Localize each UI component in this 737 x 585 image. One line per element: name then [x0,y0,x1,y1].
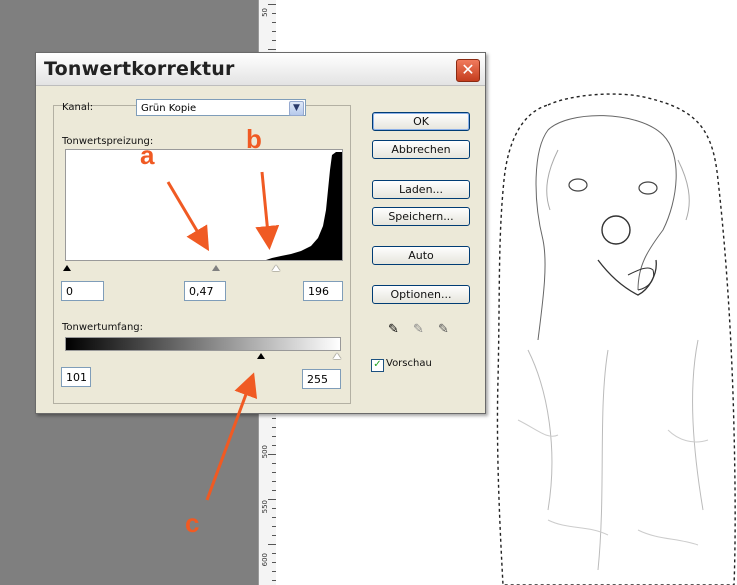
channel-label: Kanal: [62,102,94,113]
ok-button[interactable]: OK [372,112,470,131]
close-icon: ✕ [461,60,475,79]
cancel-button[interactable]: Abbrechen [372,140,470,159]
input-black-field[interactable]: 0 [61,281,104,301]
options-button[interactable]: Optionen... [372,285,470,304]
dropdown-arrow-icon[interactable]: ▼ [289,101,304,116]
ruler-label: 500 [261,445,269,459]
ruler-label: 600 [261,553,269,567]
dialog-title: Tonwertkorrektur [44,58,235,80]
white-eyedropper-icon[interactable]: ✎ [438,322,449,337]
auto-button[interactable]: Auto [372,246,470,265]
annotation-label-a: a [140,140,155,170]
channel-value: Grün Kopie [141,103,197,114]
input-black-slider[interactable] [63,265,71,271]
output-black-slider[interactable] [257,353,265,359]
input-white-field[interactable]: 196 [303,281,343,301]
ruler-label: 50 [261,8,269,17]
ruler-label: 550 [261,500,269,514]
load-button[interactable]: Laden... [372,180,470,199]
dog-sketch-image [496,93,736,585]
annotation-label-b: b [246,124,262,154]
black-eyedropper-icon[interactable]: ✎ [388,322,399,337]
output-white-field[interactable]: 255 [302,369,341,389]
dialog-titlebar[interactable]: Tonwertkorrektur ✕ [36,53,485,86]
output-levels-label: Tonwertumfang: [62,322,144,333]
levels-dialog: Tonwertkorrektur ✕ Kanal: Grün Kopie ▼ T… [35,52,486,414]
close-button[interactable]: ✕ [456,59,480,82]
annotation-label-c: c [185,508,200,538]
checkbox-icon[interactable]: ✓ [371,359,384,372]
histogram-graph [266,152,342,260]
channel-select[interactable]: Grün Kopie ▼ [136,99,306,116]
output-white-slider[interactable] [333,353,341,359]
gray-eyedropper-icon[interactable]: ✎ [413,322,424,337]
input-gamma-slider[interactable] [212,265,220,271]
input-gamma-field[interactable]: 0,47 [184,281,226,301]
output-gradient [65,337,341,351]
save-button[interactable]: Speichern... [372,207,470,226]
preview-label[interactable]: Vorschau [386,358,432,369]
output-black-field[interactable]: 101 [61,367,91,387]
histogram [65,149,343,261]
input-white-slider[interactable] [272,265,280,271]
